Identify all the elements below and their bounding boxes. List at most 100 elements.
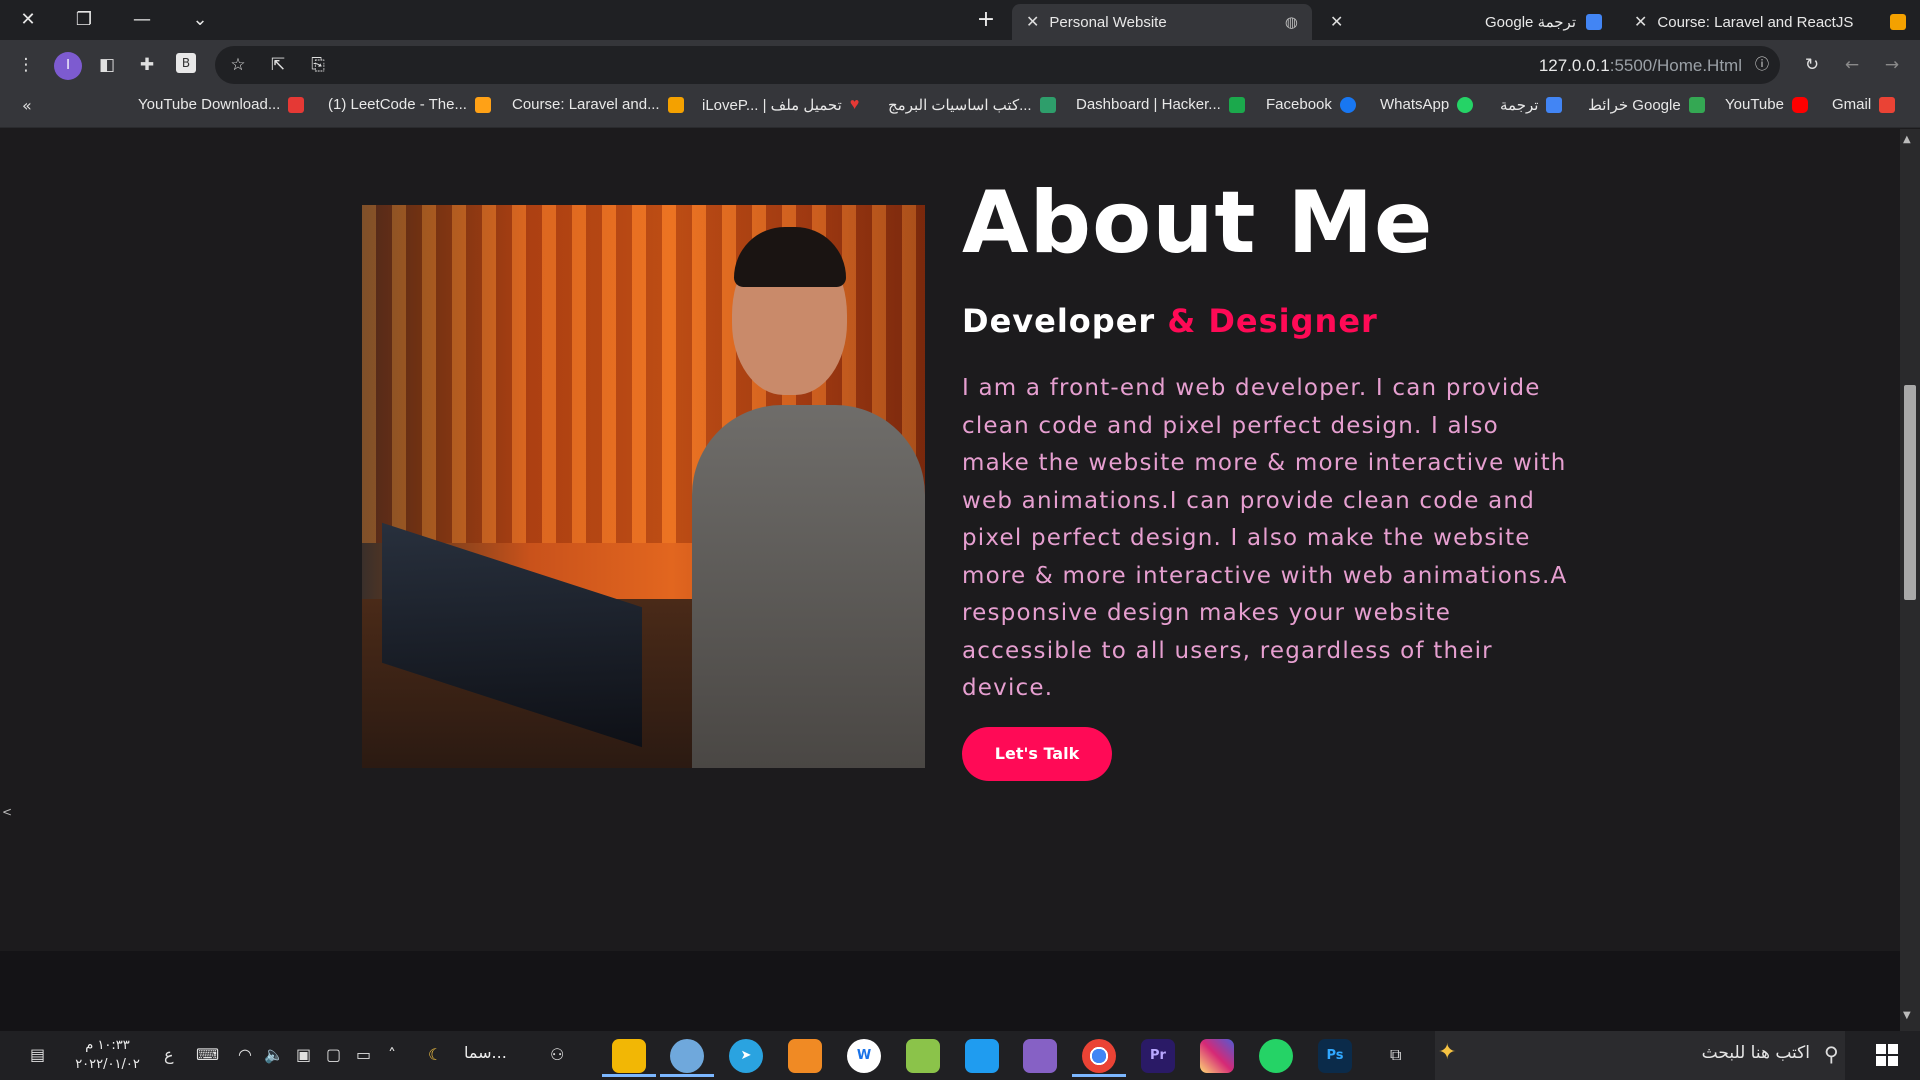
volume-icon[interactable]: 🔈 xyxy=(264,1045,284,1064)
page-viewport xyxy=(0,129,1900,951)
taskbar-app-premiere[interactable]: Pr xyxy=(1141,1039,1175,1073)
search-highlight-icon: ✦ xyxy=(1438,1040,1457,1065)
new-tab-button[interactable]: + xyxy=(972,6,1000,34)
back-arrow-icon[interactable]: ← xyxy=(1840,53,1864,77)
people-icon[interactable]: ⚇ xyxy=(550,1045,564,1064)
tab-personal-website[interactable]: ✕ Personal Website ◍ xyxy=(1012,4,1312,40)
url-text[interactable]: 127.0.0.1:5500/Home.Html xyxy=(1539,56,1742,76)
share-icon[interactable]: ⇱ xyxy=(266,53,290,77)
gmail-icon xyxy=(1879,96,1896,113)
download-icon xyxy=(288,96,305,113)
about-title: About Me xyxy=(962,173,1434,273)
url-path: :5500/Home.Html xyxy=(1609,56,1742,75)
about-subtitle: Developer & Designer xyxy=(962,302,1378,340)
maps-icon xyxy=(1688,97,1705,113)
tab-title: Google ترجمة xyxy=(1485,14,1576,31)
course-icon xyxy=(667,96,684,113)
taskbar-app-visual-studio[interactable] xyxy=(1023,1039,1057,1073)
bookmark-label: Gmail xyxy=(1832,96,1872,113)
bookmark-gmail[interactable]: Gmail xyxy=(1832,96,1896,113)
tray-overflow-chevron-icon[interactable]: ˄ xyxy=(388,1045,396,1064)
bookmark-leetcode[interactable]: (1) LeetCode - The... xyxy=(328,96,491,113)
task-view-icon[interactable]: ⧉ xyxy=(1390,1045,1401,1065)
left-edge-marker: < xyxy=(2,805,13,819)
whatsapp-icon xyxy=(1457,96,1474,113)
minimize-window-icon[interactable]: — xyxy=(130,8,154,32)
taskbar-app-photoshop[interactable]: Ps xyxy=(1318,1039,1352,1073)
profile-photo xyxy=(362,205,925,768)
taskbar-search-placeholder[interactable]: اكتب هنا للبحث xyxy=(1702,1043,1810,1063)
page-footer-band xyxy=(0,951,1900,1031)
tab-course[interactable]: ✕ Course: Laravel and ReactJS xyxy=(1620,4,1920,40)
bookmark-books[interactable]: كتب اساسيات البرمج... xyxy=(888,96,1056,114)
taskbar-app-whatsapp[interactable] xyxy=(1259,1039,1293,1073)
bookmark-label: خرائط Google xyxy=(1588,97,1681,114)
side-panel-icon[interactable]: ◧ xyxy=(95,53,119,77)
bookmark-label: Dashboard | Hacker... xyxy=(1076,96,1221,113)
bookmark-label: WhatsApp xyxy=(1380,96,1450,113)
input-language-label[interactable]: ع xyxy=(164,1045,174,1064)
display-icon[interactable]: ▣ xyxy=(296,1045,311,1064)
tab-translate[interactable]: ✕ Google ترجمة xyxy=(1316,4,1616,40)
bookmark-label: Facebook xyxy=(1266,96,1332,113)
tab-search-chevron-icon[interactable]: ⌄ xyxy=(188,8,212,32)
bookmark-ilovepdf[interactable]: iLoveP... | تحميل ملف ♥ xyxy=(702,96,859,114)
taskbar-app-instagram[interactable] xyxy=(1200,1039,1234,1073)
taskbar-clock[interactable]: ١٠:٣٣ م ٢٠٢٢/٠١/٠٢ xyxy=(70,1036,145,1074)
translate-page-icon[interactable]: ⎘ xyxy=(306,53,330,77)
bookmark-youtube-downloader[interactable]: YouTube Download... xyxy=(138,96,305,113)
bookmark-whatsapp[interactable]: WhatsApp xyxy=(1380,96,1474,113)
wifi-icon[interactable]: ◠ xyxy=(238,1045,252,1064)
bookmarks-overflow-icon[interactable]: « xyxy=(22,96,32,115)
course-icon xyxy=(1890,14,1906,30)
search-icon: ⚲ xyxy=(1824,1042,1839,1066)
taskbar-app-snipping-tool[interactable] xyxy=(906,1039,940,1073)
windows-start-button[interactable] xyxy=(1876,1044,1898,1066)
taskbar-app-paint[interactable] xyxy=(660,1039,714,1077)
weather-label[interactable]: سما... xyxy=(464,1043,507,1062)
lets-talk-button[interactable]: Let's Talk xyxy=(962,727,1112,781)
bookmark-label: Course: Laravel and... xyxy=(512,96,660,113)
leetcode-icon xyxy=(474,96,491,113)
restore-window-icon[interactable]: ❐ xyxy=(72,8,96,32)
close-tab-icon[interactable]: ✕ xyxy=(1634,12,1647,32)
taskbar-app-chrome[interactable] xyxy=(1072,1039,1126,1077)
close-tab-icon[interactable]: ✕ xyxy=(1026,12,1039,32)
scroll-up-arrow-icon[interactable]: ▲ xyxy=(1903,134,1911,145)
profile-avatar[interactable]: I xyxy=(54,52,82,80)
taskbar-app-windows-terminal[interactable] xyxy=(788,1039,822,1073)
close-tab-icon[interactable]: ✕ xyxy=(1330,12,1343,32)
keyboard-icon[interactable]: ⌨ xyxy=(196,1045,219,1064)
book-icon xyxy=(1039,97,1056,113)
close-window-icon[interactable]: ✕ xyxy=(16,8,40,32)
taskbar-app-file-explorer[interactable] xyxy=(602,1039,656,1077)
bookmark-youtube[interactable]: YouTube xyxy=(1725,96,1808,113)
taskbar-app-word[interactable]: W xyxy=(847,1039,881,1073)
bookmark-label: iLoveP... | تحميل ملف xyxy=(702,97,842,114)
meet-now-icon[interactable]: ▢ xyxy=(326,1045,341,1064)
bookmark-label: ترجمة xyxy=(1500,97,1539,114)
scrollbar-thumb[interactable] xyxy=(1904,385,1916,600)
notifications-icon[interactable]: ▤ xyxy=(30,1045,45,1064)
menu-kebab-icon[interactable]: ⋮ xyxy=(14,53,38,77)
reload-icon[interactable]: ↻ xyxy=(1800,53,1824,77)
bitwarden-extension-icon[interactable]: B xyxy=(176,53,196,73)
site-info-icon[interactable]: ⓘ xyxy=(1750,53,1774,77)
scroll-down-arrow-icon[interactable]: ▼ xyxy=(1903,1010,1911,1021)
about-description: I am a front-end web developer. I can pr… xyxy=(962,375,1568,701)
taskbar-app-telegram[interactable]: ➤ xyxy=(729,1039,763,1073)
bookmark-translate[interactable]: ترجمة xyxy=(1500,96,1563,114)
weather-moon-icon[interactable]: ☾ xyxy=(428,1045,442,1064)
taskbar-app-vscode[interactable] xyxy=(965,1039,999,1073)
bookmark-maps[interactable]: خرائط Google xyxy=(1588,96,1705,114)
bookmark-label: YouTube Download... xyxy=(138,96,281,113)
forward-arrow-icon[interactable]: → xyxy=(1880,53,1904,77)
bookmark-hackerrank[interactable]: Dashboard | Hacker... xyxy=(1076,96,1245,113)
battery-icon[interactable]: ▭ xyxy=(356,1045,371,1064)
photo-person-body xyxy=(692,405,925,768)
bookmark-facebook[interactable]: Facebook xyxy=(1266,96,1356,113)
extensions-icon[interactable]: ✚ xyxy=(135,53,159,77)
bookmark-course[interactable]: Course: Laravel and... xyxy=(512,96,684,113)
bookmark-star-icon[interactable]: ☆ xyxy=(226,53,250,77)
facebook-icon xyxy=(1339,96,1356,113)
